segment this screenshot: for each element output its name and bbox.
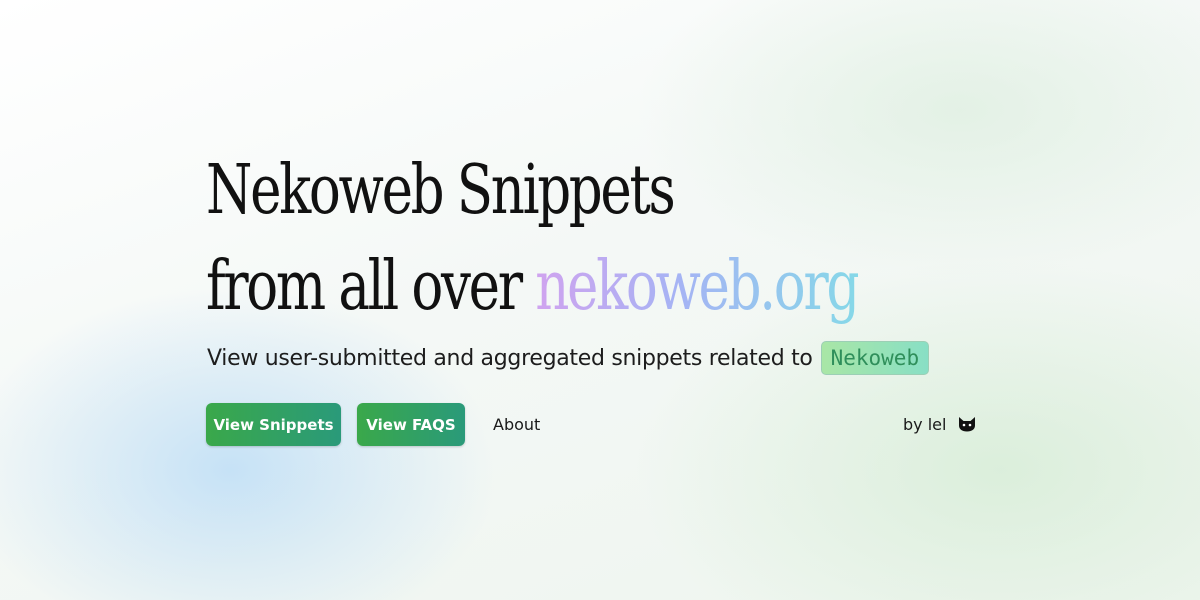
headline-prefix: from all over	[206, 247, 536, 326]
subtitle: View user-submitted and aggregated snipp…	[207, 341, 930, 375]
author-byline: by lel	[903, 415, 947, 434]
page-title: Nekoweb Snippets from all over nekoweb.o…	[206, 143, 860, 335]
about-link[interactable]: About	[493, 415, 540, 434]
view-faqs-button[interactable]: View FAQS	[357, 403, 465, 446]
cat-icon[interactable]	[958, 416, 976, 432]
headline-line-2: from all over nekoweb.org	[206, 239, 860, 335]
headline-line-1: Nekoweb Snippets	[206, 151, 676, 230]
action-row: View Snippets View FAQS About by lel	[206, 403, 996, 447]
hero-section: Nekoweb Snippets from all over nekoweb.o…	[206, 143, 996, 446]
subtitle-text: View user-submitted and aggregated snipp…	[207, 345, 813, 371]
subtitle-code-chip: Nekoweb	[820, 341, 930, 375]
view-snippets-button[interactable]: View Snippets	[206, 403, 341, 446]
headline-highlight: nekoweb.org	[535, 247, 860, 326]
